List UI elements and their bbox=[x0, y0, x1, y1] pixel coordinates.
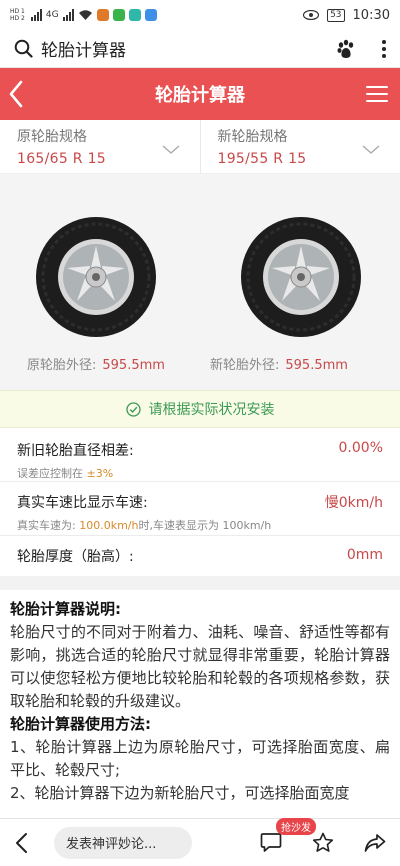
new-diameter-value: 595.5mm bbox=[285, 358, 348, 373]
usage-step-1: 1、轮胎计算器上边为原轮胎尺寸，可选择胎面宽度、扁平比、轮毂尺寸; bbox=[10, 738, 390, 779]
search-icon[interactable] bbox=[14, 39, 33, 58]
status-bar: HD 1 HD 2 4G 53 10:30 bbox=[0, 0, 400, 30]
tire-spec-selectors: 原轮胎规格 165/65 R 15 新轮胎规格 195/55 R 15 bbox=[0, 120, 400, 174]
install-notice: 请根据实际状况安装 bbox=[0, 390, 400, 428]
search-query[interactable]: 轮胎计算器 bbox=[41, 36, 126, 61]
section-divider bbox=[0, 576, 400, 590]
signal-icon bbox=[30, 9, 42, 21]
share-icon[interactable] bbox=[364, 833, 386, 853]
original-diameter-value: 595.5mm bbox=[102, 358, 165, 373]
comment-input[interactable]: 发表神评妙论... bbox=[54, 826, 192, 859]
usage-title: 轮胎计算器使用方法: bbox=[10, 715, 151, 733]
signal2-icon bbox=[62, 9, 74, 21]
network-label: 4G bbox=[45, 10, 59, 20]
chevron-down-icon[interactable] bbox=[162, 145, 180, 155]
sim1-label: HD 1 bbox=[10, 8, 25, 15]
bottom-icons: 抢沙发 bbox=[260, 818, 386, 853]
thickness-row: 轮胎厚度（胎高）: 0mm bbox=[0, 536, 400, 576]
new-tire-image bbox=[241, 217, 361, 337]
original-diameter: 原轮胎外径: 595.5mm bbox=[27, 354, 165, 373]
sim2-label: HD 2 bbox=[10, 15, 25, 22]
more-options-icon[interactable] bbox=[382, 39, 386, 58]
speed-row: 真实车速比显示车速: 慢0km/h 真实车速为: 100.0km/h时,车速表显… bbox=[0, 482, 400, 536]
diameter-diff-row: 新旧轮胎直径相差: 0.00% 误差应控制在 ±3% bbox=[0, 428, 400, 482]
speed-hint-value: 100.0km/h bbox=[79, 519, 139, 532]
diameter-diff-hint: 误差应控制在 ±3% bbox=[17, 465, 383, 481]
eye-icon bbox=[303, 10, 320, 20]
app-notification-icon bbox=[96, 9, 109, 21]
diameter-diff-hint-text: 误差应控制在 bbox=[17, 467, 83, 480]
original-diameter-label: 原轮胎外径: bbox=[27, 358, 97, 373]
wifi-icon bbox=[78, 10, 92, 20]
new-diameter: 新轮胎外径: 595.5mm bbox=[210, 354, 348, 373]
speed-hint-prefix: 真实车速为: bbox=[17, 519, 76, 532]
sim-indicator: HD 1 HD 2 bbox=[10, 8, 25, 22]
tire-comparison-panel: 原轮胎外径: 595.5mm 新轮胎外径: 595.5mm bbox=[0, 174, 400, 390]
diameter-diff-value: 0.00% bbox=[338, 440, 383, 456]
chevron-down-icon[interactable] bbox=[362, 145, 380, 155]
check-circle-icon bbox=[125, 401, 141, 417]
baidu-paw-icon[interactable] bbox=[336, 39, 356, 59]
wechat-icon bbox=[112, 9, 125, 21]
description-paragraph: 轮胎尺寸的不同对于附着力、油耗、噪音、舒适性等都有影响，挑选合适的轮胎尺寸就显得… bbox=[10, 623, 390, 710]
app-icon bbox=[128, 9, 141, 21]
description-title: 轮胎计算器说明: bbox=[10, 600, 121, 618]
original-spec-select[interactable]: 原轮胎规格 165/65 R 15 bbox=[0, 120, 200, 173]
back-arrow-icon[interactable] bbox=[14, 832, 28, 854]
clock: 10:30 bbox=[352, 7, 390, 23]
new-spec-label: 新轮胎规格 bbox=[217, 129, 288, 145]
new-diameter-label: 新轮胎外径: bbox=[210, 358, 280, 373]
page-title: 轮胎计算器 bbox=[155, 85, 245, 106]
star-icon[interactable] bbox=[312, 832, 334, 853]
thickness-label: 轮胎厚度（胎高）: bbox=[17, 549, 134, 565]
description-section: 轮胎计算器说明: 轮胎尺寸的不同对于附着力、油耗、噪音、舒适性等都有影响，挑选合… bbox=[0, 590, 400, 805]
search-bar[interactable]: 轮胎计算器 bbox=[0, 30, 400, 68]
bottom-action-bar: 发表神评妙论... 抢沙发 bbox=[0, 818, 400, 866]
app-header: 轮胎计算器 bbox=[0, 68, 400, 120]
battery-icon: 53 bbox=[327, 8, 345, 22]
diameter-diff-label: 新旧轮胎直径相差: bbox=[17, 443, 134, 459]
new-spec-select[interactable]: 新轮胎规格 195/55 R 15 bbox=[199, 120, 400, 173]
original-tire-image bbox=[36, 217, 156, 337]
sofa-badge: 抢沙发 bbox=[276, 818, 316, 835]
comment-icon[interactable] bbox=[260, 832, 282, 853]
usage-step-2: 2、轮胎计算器下边为新轮胎尺寸，可选择胎面宽度 bbox=[10, 784, 350, 802]
speed-value: 慢0km/h bbox=[324, 495, 383, 511]
speed-hint-suffix: 时,车速表显示为 100km/h bbox=[138, 519, 272, 532]
original-spec-label: 原轮胎规格 bbox=[17, 129, 87, 145]
speed-hint: 真实车速为: 100.0km/h时,车速表显示为 100km/h bbox=[17, 517, 383, 533]
notice-text: 请根据实际状况安装 bbox=[148, 402, 275, 418]
thickness-value: 0mm bbox=[346, 547, 383, 563]
search-app-icon bbox=[144, 9, 157, 21]
diameter-diff-tolerance: ±3% bbox=[86, 467, 114, 480]
